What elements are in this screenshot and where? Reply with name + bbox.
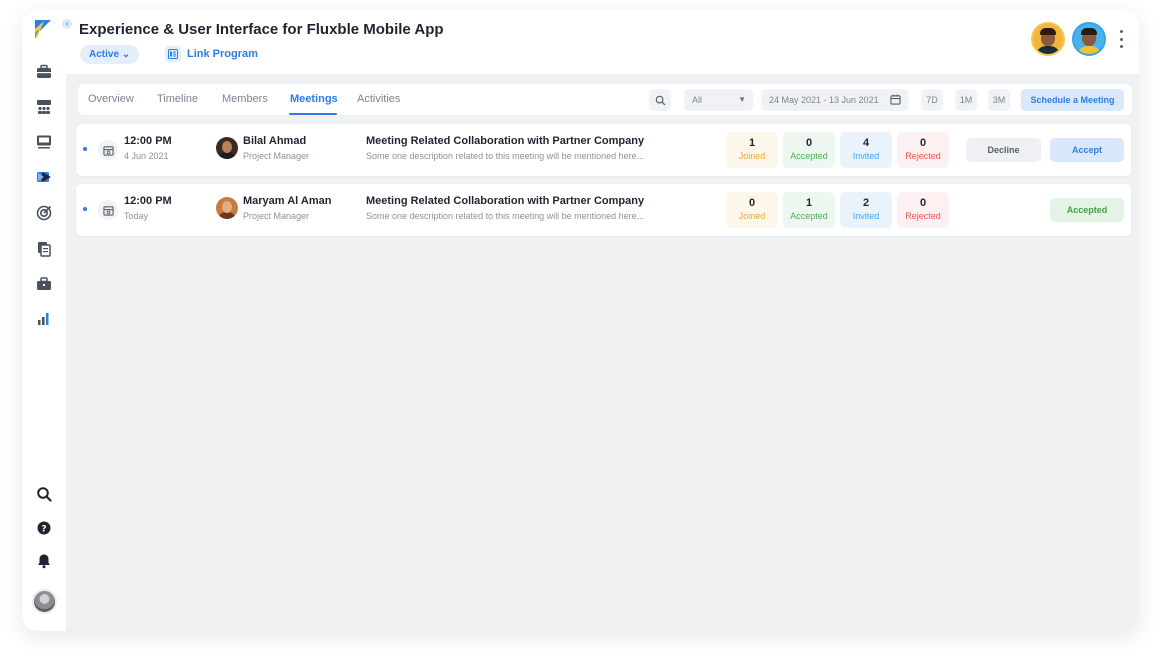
invited-stat: 4 Invited (840, 132, 892, 168)
accepted-label: Accepted (790, 151, 828, 161)
rejected-label: Rejected (905, 211, 941, 221)
calendar-icon (98, 140, 118, 160)
invited-label: Invited (852, 151, 880, 161)
filter-select[interactable]: All ▼ (684, 89, 753, 111)
organizer-role: Project Manager (243, 211, 310, 221)
tab-activities[interactable]: Activities (357, 93, 400, 105)
joined-stat: 1 Joined (726, 132, 778, 168)
status-dropdown[interactable]: Active ⌄ (80, 45, 140, 64)
link-program-button[interactable]: Link Program (165, 46, 258, 62)
main-content: Experience & User Interface for Fluxble … (66, 10, 1139, 631)
joined-label: Joined (738, 151, 766, 161)
invited-stat: 2 Invited (840, 192, 892, 228)
team-icon[interactable] (35, 98, 53, 116)
accept-button[interactable]: Accept (1050, 138, 1124, 162)
active-tab-indicator (289, 113, 337, 115)
caret-down-icon: ▼ (738, 95, 746, 104)
target-icon[interactable] (35, 204, 53, 222)
range-3m-button[interactable]: 3M (988, 89, 1010, 111)
invited-label: Invited (852, 211, 880, 221)
decline-button[interactable]: Decline (966, 138, 1041, 162)
rejected-count: 0 (919, 137, 927, 149)
more-options-icon[interactable] (1118, 30, 1124, 48)
analytics-icon[interactable] (35, 310, 53, 328)
accepted-count: 1 (805, 197, 813, 209)
unread-dot (83, 207, 87, 211)
meeting-row[interactable]: 12:00 PM 4 Jun 2021 Bilal Ahmad Project … (76, 124, 1131, 176)
member-avatar[interactable] (1072, 22, 1106, 56)
page-title: Experience & User Interface for Fluxble … (79, 21, 444, 38)
briefcase-icon[interactable] (35, 63, 53, 81)
toolbox-icon[interactable] (35, 275, 53, 293)
app-logo[interactable] (35, 20, 51, 38)
unread-dot (83, 147, 87, 151)
calendar-icon (98, 200, 118, 220)
search-button[interactable] (649, 89, 671, 111)
project-header: Experience & User Interface for Fluxble … (66, 10, 1139, 74)
tab-timeline[interactable]: Timeline (157, 93, 198, 105)
link-program-label: Link Program (187, 48, 258, 60)
bell-icon[interactable] (35, 552, 53, 570)
meeting-time: 12:00 PM (124, 135, 172, 147)
joined-label: Joined (738, 211, 766, 221)
date-range-picker[interactable]: 24 May 2021 - 13 Jun 2021 (761, 89, 909, 111)
accepted-stat: 0 Accepted (783, 132, 835, 168)
search-icon[interactable] (35, 485, 53, 503)
meeting-date: Today (124, 211, 149, 221)
organizer-avatar (216, 137, 238, 159)
organizer-name[interactable]: Bilal Ahmad (243, 135, 306, 147)
member-avatar[interactable] (1031, 22, 1065, 56)
meeting-description: Some one description related to this mee… (366, 211, 645, 221)
rejected-stat: 0 Rejected (897, 132, 949, 168)
joined-count: 0 (748, 197, 756, 209)
invited-count: 4 (862, 137, 870, 149)
accepted-label: Accepted (790, 211, 828, 221)
rejected-count: 0 (919, 197, 927, 209)
campaign-icon[interactable] (35, 168, 53, 186)
joined-stat: 0 Joined (726, 192, 778, 228)
app-window: › ? Experience & User Interface for Flux… (22, 10, 1139, 631)
filter-value: All (692, 95, 703, 105)
svg-text:?: ? (41, 525, 46, 535)
meeting-row[interactable]: 12:00 PM Today Maryam Al Aman Project Ma… (76, 184, 1131, 236)
help-icon[interactable]: ? (35, 519, 53, 537)
range-7d-button[interactable]: 7D (921, 89, 943, 111)
sidebar-expand-button[interactable]: › (62, 19, 72, 29)
tab-overview[interactable]: Overview (88, 93, 134, 105)
accepted-count: 0 (805, 137, 813, 149)
schedule-meeting-button[interactable]: Schedule a Meeting (1021, 89, 1124, 111)
documents-icon[interactable] (35, 240, 53, 258)
accepted-stat: 1 Accepted (783, 192, 835, 228)
meeting-title[interactable]: Meeting Related Collaboration with Partn… (366, 195, 644, 207)
user-avatar[interactable] (32, 589, 57, 614)
rejected-label: Rejected (905, 151, 941, 161)
organizer-role: Project Manager (243, 151, 310, 161)
organizer-avatar (216, 197, 238, 219)
invited-count: 2 (862, 197, 870, 209)
tab-meetings[interactable]: Meetings (290, 93, 338, 105)
calendar-icon (890, 94, 901, 105)
date-range-value: 24 May 2021 - 13 Jun 2021 (769, 95, 879, 105)
meeting-date: 4 Jun 2021 (124, 151, 169, 161)
tab-members[interactable]: Members (222, 93, 268, 105)
board-icon[interactable] (35, 133, 53, 151)
organizer-name[interactable]: Maryam Al Aman (243, 195, 331, 207)
meeting-description: Some one description related to this mee… (366, 151, 645, 161)
search-icon (655, 95, 665, 105)
meeting-title[interactable]: Meeting Related Collaboration with Partn… (366, 135, 644, 147)
accepted-status-badge: Accepted (1050, 198, 1124, 222)
rejected-stat: 0 Rejected (897, 192, 949, 228)
link-program-icon (165, 46, 181, 62)
joined-count: 1 (748, 137, 756, 149)
meeting-time: 12:00 PM (124, 195, 172, 207)
tab-bar: Overview Timeline Members Meetings Activ… (78, 84, 1132, 115)
range-1m-button[interactable]: 1M (955, 89, 977, 111)
sidebar: › ? (22, 10, 72, 631)
